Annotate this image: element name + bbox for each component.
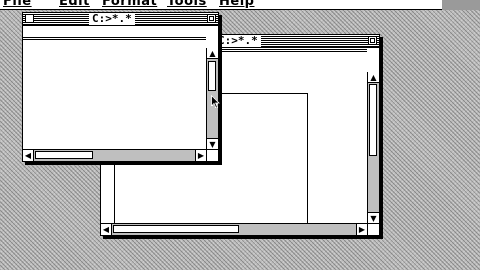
front-window[interactable]: C:>*.* ▲ ▼ ◀ ▶ (22, 12, 219, 162)
menubar-filler (442, 0, 480, 10)
scroll-left-arrow-icon[interactable]: ◀ (23, 150, 34, 161)
front-window-title: C:>*.* (89, 13, 135, 25)
back-window-vertical-scrollbar[interactable]: ▲ ▼ (367, 72, 379, 223)
menu-edit[interactable]: Edit (59, 0, 90, 9)
scroll-right-arrow-icon[interactable]: ▶ (356, 224, 367, 235)
menu-file[interactable]: File (3, 0, 32, 9)
maximize-box-icon[interactable] (207, 14, 216, 23)
menu-help[interactable]: Help (219, 0, 254, 9)
front-window-horizontal-thumb[interactable] (35, 151, 93, 159)
menu-tools[interactable]: Tools (167, 0, 207, 9)
scroll-right-arrow-icon[interactable]: ▶ (195, 150, 206, 161)
scroll-up-arrow-icon[interactable]: ▲ (368, 72, 379, 83)
front-window-size-box[interactable] (206, 149, 218, 161)
back-window-vertical-thumb[interactable] (369, 84, 377, 156)
front-window-titlebar[interactable]: C:>*.* (23, 13, 218, 26)
close-box-icon[interactable] (25, 14, 34, 23)
front-window-horizontal-scrollbar[interactable]: ◀ ▶ (23, 149, 206, 161)
menu-format[interactable]: Format (102, 0, 157, 9)
front-window-ruler (23, 36, 206, 40)
menu-bar: File Edit Format Tools Help (0, 0, 442, 10)
back-window-horizontal-scrollbar[interactable]: ◀ ▶ (101, 223, 367, 235)
back-window-size-box[interactable] (367, 223, 379, 235)
scroll-up-arrow-icon[interactable]: ▲ (207, 48, 218, 59)
back-window-horizontal-thumb[interactable] (113, 225, 239, 233)
scroll-left-arrow-icon[interactable]: ◀ (101, 224, 112, 235)
scroll-down-arrow-icon[interactable]: ▼ (368, 212, 379, 223)
front-window-content (23, 26, 206, 149)
arrow-pointer-icon (211, 95, 220, 109)
front-window-vertical-thumb[interactable] (208, 61, 216, 91)
back-window-title: C:>*.* (215, 35, 261, 47)
maximize-box-icon[interactable] (368, 36, 377, 45)
scroll-down-arrow-icon[interactable]: ▼ (207, 138, 218, 149)
